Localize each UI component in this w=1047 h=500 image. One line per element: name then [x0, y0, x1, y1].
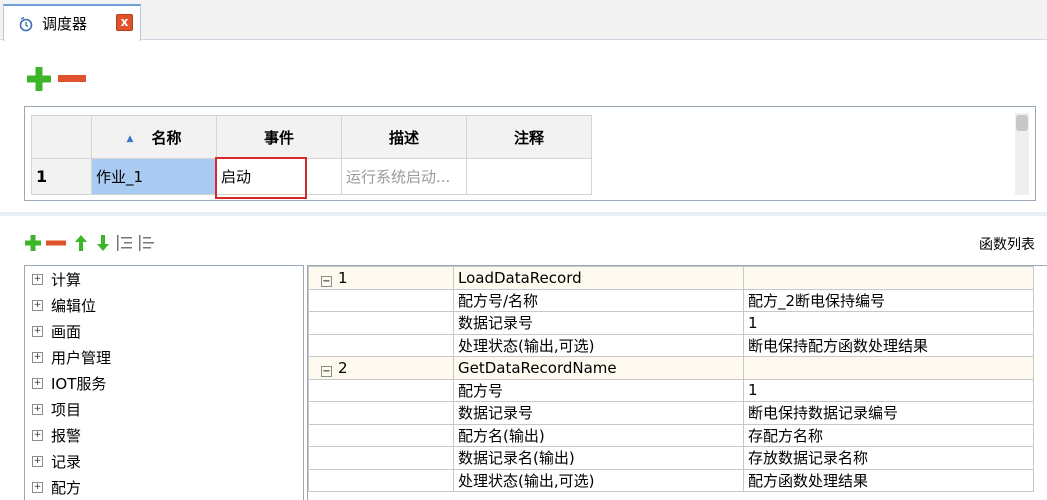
tab-strip: 调度器 x [0, 0, 1047, 41]
param-value[interactable]: 1 [743, 311, 1034, 335]
minus-icon[interactable] [46, 239, 66, 247]
function-toolbar [24, 233, 156, 253]
indent-icon[interactable] [116, 234, 134, 252]
param-label: 配方号 [453, 378, 744, 402]
vertical-scrollbar[interactable] [1015, 113, 1029, 195]
param-label: 数据记录号 [453, 401, 744, 425]
function-row[interactable]: −2 GetDataRecordName [308, 356, 1034, 380]
row-header-corner [31, 115, 92, 159]
job-grid: ▲ 名称 事件 描述 注释 1 作业_1 启动 运行系统启动... [31, 115, 592, 199]
function-value[interactable] [743, 266, 1034, 290]
tree-item[interactable]: + 计算 [25, 266, 303, 292]
collapse-icon[interactable]: − [321, 365, 332, 377]
param-value[interactable]: 存放数据记录名称 [743, 446, 1034, 470]
expand-icon[interactable]: + [32, 299, 43, 311]
arrow-down-icon[interactable] [96, 234, 110, 252]
scrollbar-thumb[interactable] [1016, 115, 1028, 131]
column-header-name[interactable]: ▲ 名称 [91, 115, 217, 159]
param-row[interactable]: 数据记录号 1 [308, 311, 1034, 335]
plus-icon[interactable] [24, 234, 42, 252]
minus-icon[interactable] [58, 74, 86, 84]
plus-icon[interactable] [26, 66, 52, 92]
tree-item[interactable]: + 画面 [25, 318, 303, 344]
tree-item[interactable]: + 项目 [25, 396, 303, 422]
param-value[interactable]: 配方函数处理结果 [743, 468, 1034, 492]
table-row[interactable]: 1 作业_1 启动 运行系统启动... [31, 157, 592, 199]
splitter[interactable] [0, 212, 1047, 216]
function-index[interactable]: −2 [308, 356, 454, 380]
expand-icon[interactable]: + [32, 403, 43, 415]
param-row[interactable]: 配方号/名称 配方_2断电保持编号 [308, 288, 1034, 312]
function-row[interactable]: −1 LoadDataRecord [308, 266, 1034, 290]
param-row[interactable]: 数据记录名(输出) 存放数据记录名称 [308, 446, 1034, 470]
function-category-tree: + 计算 + 编辑位 + 画面 + 用户管理 + IOT服务 + 项目 + 报警 + 记录 + 配… [24, 265, 304, 500]
function-value[interactable] [743, 356, 1034, 380]
cell-job-desc[interactable]: 运行系统启动... [341, 158, 467, 195]
outdent-icon[interactable] [138, 234, 156, 252]
column-header-desc[interactable]: 描述 [341, 115, 467, 159]
param-label: 处理状态(输出,可选) [453, 468, 744, 492]
param-row[interactable]: 数据记录号 断电保持数据记录编号 [308, 401, 1034, 425]
tab-scheduler[interactable]: 调度器 x [3, 4, 141, 41]
cell-job-name[interactable]: 作业_1 [91, 158, 217, 195]
function-name[interactable]: GetDataRecordName [453, 356, 744, 380]
row-number[interactable]: 1 [31, 158, 92, 195]
cell-job-event[interactable]: 启动 [215, 157, 342, 199]
param-row[interactable]: 处理状态(输出,可选) 断电保持配方函数处理结果 [308, 333, 1034, 357]
column-header-event[interactable]: 事件 [216, 115, 342, 159]
tree-item[interactable]: + 编辑位 [25, 292, 303, 318]
param-row[interactable]: 配方号 1 [308, 378, 1034, 402]
param-value[interactable]: 1 [743, 378, 1034, 402]
job-toolbar [26, 65, 86, 93]
param-label: 数据记录号 [453, 311, 744, 335]
param-label: 配方号/名称 [453, 288, 744, 312]
param-label: 配方名(输出) [453, 423, 744, 447]
tree-item[interactable]: + IOT服务 [25, 370, 303, 396]
arrow-up-icon[interactable] [74, 234, 88, 252]
expand-icon[interactable]: + [32, 481, 43, 493]
column-header-note[interactable]: 注释 [466, 115, 592, 159]
param-label: 处理状态(输出,可选) [453, 333, 744, 357]
scheduler-icon [16, 14, 36, 34]
collapse-icon[interactable]: − [321, 275, 332, 287]
expand-icon[interactable]: + [32, 273, 43, 285]
expand-icon[interactable]: + [32, 377, 43, 389]
function-index[interactable]: −1 [308, 266, 454, 290]
tree-item[interactable]: + 配方 [25, 474, 303, 500]
tree-item[interactable]: + 报警 [25, 422, 303, 448]
param-value[interactable]: 断电保持数据记录编号 [743, 401, 1034, 425]
param-row[interactable]: 处理状态(输出,可选) 配方函数处理结果 [308, 468, 1034, 492]
tree-item[interactable]: + 记录 [25, 448, 303, 474]
close-icon[interactable]: x [116, 14, 133, 31]
param-label: 数据记录名(输出) [453, 446, 744, 470]
expand-icon[interactable]: + [32, 429, 43, 441]
param-value[interactable]: 存配方名称 [743, 423, 1034, 447]
highlight-box [215, 157, 307, 199]
function-grid: −1 LoadDataRecord 配方号/名称 配方_2断电保持编号 数据记录号… [308, 266, 1034, 492]
cell-job-note[interactable] [466, 158, 592, 195]
param-value[interactable]: 断电保持配方函数处理结果 [743, 333, 1034, 357]
expand-icon[interactable]: + [32, 455, 43, 467]
expand-icon[interactable]: + [32, 325, 43, 337]
function-grid-panel: −1 LoadDataRecord 配方号/名称 配方_2断电保持编号 数据记录号… [307, 265, 1047, 500]
tab-title: 调度器 [42, 15, 88, 33]
param-value[interactable]: 配方_2断电保持编号 [743, 288, 1034, 312]
sort-up-icon: ▲ [126, 133, 134, 144]
param-row[interactable]: 配方名(输出) 存配方名称 [308, 423, 1034, 447]
function-list-label[interactable]: 函数列表 [979, 234, 1035, 254]
job-grid-panel: ▲ 名称 事件 描述 注释 1 作业_1 启动 运行系统启动... [24, 106, 1036, 201]
tree-item[interactable]: + 用户管理 [25, 344, 303, 370]
expand-icon[interactable]: + [32, 351, 43, 363]
function-name[interactable]: LoadDataRecord [453, 266, 744, 290]
